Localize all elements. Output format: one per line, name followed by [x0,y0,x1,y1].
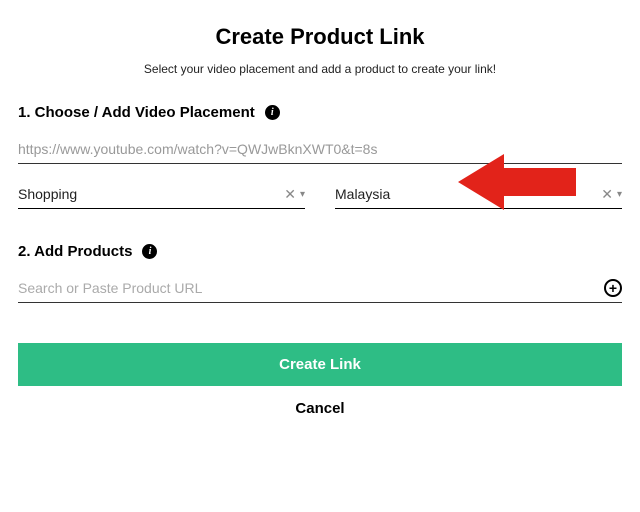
product-search-input[interactable] [18,274,622,303]
add-icon[interactable]: + [604,279,622,297]
category-select[interactable] [18,180,305,209]
clear-region-icon[interactable]: ✕ [601,186,613,203]
info-icon[interactable]: i [142,244,157,259]
clear-category-icon[interactable]: ✕ [284,186,296,203]
chevron-down-icon[interactable]: ▾ [300,189,305,200]
page-subtitle: Select your video placement and add a pr… [18,62,622,76]
region-select[interactable] [335,180,622,209]
chevron-down-icon[interactable]: ▾ [617,189,622,200]
cancel-button[interactable]: Cancel [18,386,622,431]
page-title: Create Product Link [18,24,622,50]
section-1-label: 1. Choose / Add Video Placement i [18,104,622,121]
info-icon[interactable]: i [265,105,280,120]
section-2-text: 2. Add Products [18,243,132,260]
section-1-text: 1. Choose / Add Video Placement [18,104,255,121]
section-2-label: 2. Add Products i [18,243,622,260]
video-url-input[interactable] [18,135,622,164]
create-link-button[interactable]: Create Link [18,343,622,386]
